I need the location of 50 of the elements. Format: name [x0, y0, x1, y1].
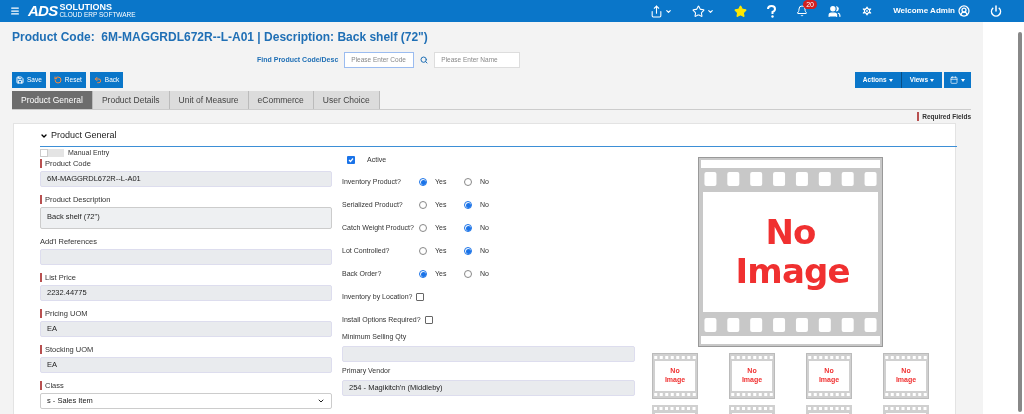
radio-button[interactable] [419, 247, 427, 256]
page-title: Product Code: 6M-MAGGRDL672R--L-A01 | Description: Back shelf (72") [12, 29, 429, 46]
film-strip-drawing [884, 390, 928, 398]
film-strip-drawing [807, 390, 851, 398]
settings-icon[interactable] [861, 5, 874, 17]
film-strip-drawing [884, 353, 928, 361]
film-strip-drawing [807, 353, 851, 361]
film-strip-drawing [653, 353, 697, 361]
menu-icon[interactable] [10, 6, 20, 16]
film-strip-drawing [730, 353, 774, 361]
checkbox[interactable] [416, 293, 425, 302]
search-icon[interactable] [420, 56, 429, 64]
caret-icon [707, 7, 715, 15]
radio-button[interactable] [464, 270, 472, 279]
button-icon [16, 76, 24, 84]
radio-button[interactable] [419, 201, 427, 210]
radio-button[interactable] [419, 270, 427, 279]
radio-button[interactable] [464, 224, 472, 233]
tab[interactable]: Product Details [92, 91, 170, 109]
text-field[interactable] [342, 345, 635, 362]
checkbox[interactable] [424, 316, 433, 325]
radio-button[interactable] [464, 201, 472, 210]
bell-icon[interactable] [796, 5, 809, 17]
checkbox[interactable] [347, 155, 355, 164]
text-field[interactable] [40, 248, 332, 265]
radio-button[interactable] [464, 178, 472, 187]
user-icon[interactable] [958, 5, 970, 17]
radio-button[interactable] [464, 247, 472, 256]
radio-button[interactable] [419, 178, 427, 187]
section-title[interactable]: Product General [51, 129, 117, 143]
tab[interactable]: eCommerce [248, 91, 314, 109]
caret-icon [665, 7, 673, 15]
toggle-switch[interactable] [40, 149, 64, 158]
tab[interactable]: Product General [12, 91, 93, 109]
tab[interactable]: User Choice [313, 91, 380, 109]
button-icon [93, 76, 102, 84]
button-icon [53, 76, 62, 84]
calendar-dropdown-button[interactable] [944, 72, 971, 88]
radio-button[interactable] [419, 224, 427, 233]
film-strip-drawing [653, 390, 697, 398]
calendar-icon [950, 76, 958, 84]
scrollbar[interactable] [1018, 32, 1022, 412]
users-icon[interactable] [828, 4, 842, 18]
tab[interactable]: Unit of Measure [169, 91, 249, 109]
power-icon[interactable] [990, 5, 1002, 17]
share-icon[interactable] [650, 4, 664, 18]
film-strip-drawing [730, 390, 774, 398]
help-icon[interactable] [767, 4, 777, 18]
star-icon[interactable] [734, 4, 748, 18]
welcome-text[interactable]: Welcome Admin [893, 5, 955, 17]
